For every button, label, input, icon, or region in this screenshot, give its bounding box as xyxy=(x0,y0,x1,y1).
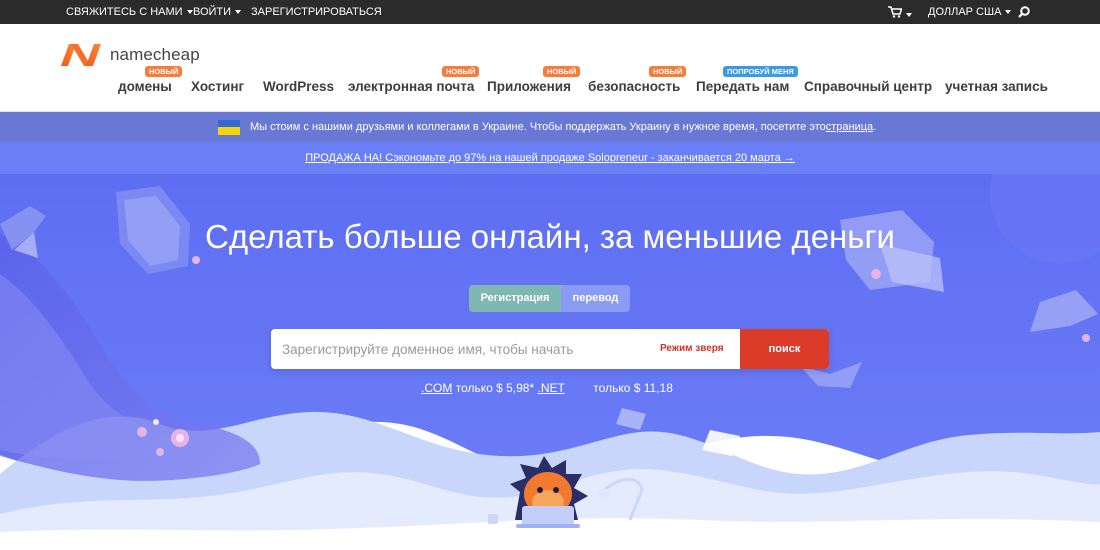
contact-dropdown[interactable]: СВЯЖИТЕСЬ С НАМИ xyxy=(66,0,193,24)
new-badge: новый xyxy=(145,66,183,77)
ukraine-flag-icon xyxy=(218,119,240,135)
nav-email[interactable]: электронная почта xyxy=(348,79,474,94)
nav-help-center[interactable]: Справочный центр xyxy=(804,79,932,94)
nav-transfer[interactable]: Передать нам xyxy=(696,79,789,94)
ukraine-banner: Мы стоим с нашими друзьями и коллегами в… xyxy=(0,112,1100,142)
promo-link[interactable]: ПРОДАЖА НА! Сэкономьте до 97% на нашей п… xyxy=(305,152,795,164)
currency-label: ДОЛЛАР США xyxy=(928,6,1002,18)
login-label: ВОЙТИ xyxy=(193,6,232,18)
new-badge: новый xyxy=(543,66,581,77)
logo[interactable]: namecheap xyxy=(58,41,200,69)
chevron-down-icon xyxy=(1005,10,1012,15)
nav-security[interactable]: безопасность xyxy=(588,79,680,94)
contact-label: СВЯЖИТЕСЬ С НАМИ xyxy=(66,6,183,18)
namecheap-logo-icon xyxy=(61,44,101,66)
net-tld-link[interactable]: .NET xyxy=(537,381,564,395)
search-icon xyxy=(1018,6,1030,18)
search-button[interactable]: поиск xyxy=(740,329,829,369)
nav-account[interactable]: учетная запись xyxy=(945,79,1048,94)
ukraine-text: Мы стоим с нашими друзьями и коллегами в… xyxy=(250,121,826,133)
main-header: namecheap новый домены Хостинг WordPress… xyxy=(0,24,1100,112)
ukraine-text-end: . xyxy=(873,121,877,133)
nav-hosting[interactable]: Хостинг xyxy=(191,79,244,94)
chevron-down-icon xyxy=(235,10,242,15)
login-dropdown[interactable]: ВОЙТИ xyxy=(193,0,242,24)
cart-dropdown[interactable] xyxy=(888,6,912,18)
tab-transfer[interactable]: перевод xyxy=(561,285,630,312)
new-badge: новый xyxy=(442,66,480,77)
logo-text: namecheap xyxy=(110,45,200,64)
search-toggle[interactable] xyxy=(1018,6,1030,18)
register-link[interactable]: ЗАРЕГИСТРИРОВАТЬСЯ xyxy=(251,0,382,24)
nav-domains[interactable]: домены xyxy=(118,79,172,94)
beast-mode-link[interactable]: Режим зверя xyxy=(660,329,724,369)
com-tld-link[interactable]: .COM xyxy=(421,381,452,395)
new-badge: новый xyxy=(649,66,687,77)
top-bar: СВЯЖИТЕСЬ С НАМИ ВОЙТИ ЗАРЕГИСТРИРОВАТЬС… xyxy=(0,0,1100,24)
ukraine-page-link[interactable]: страница xyxy=(826,112,873,142)
try-me-badge: попробуй меня xyxy=(723,66,798,77)
promo-banner: ПРОДАЖА НА! Сэкономьте до 97% на нашей п… xyxy=(0,142,1100,174)
tld-prices: .COM только $ 5,98* .NET только $ 11,18 xyxy=(421,381,673,395)
com-price: только $ 5,98* xyxy=(455,381,535,395)
net-price: только $ 11,18 xyxy=(593,381,673,395)
hero-section: Сделать больше онлайн, за меньшие деньги… xyxy=(0,174,1100,550)
chevron-down-icon xyxy=(906,13,912,18)
currency-dropdown[interactable]: ДОЛЛАР США xyxy=(928,0,1012,24)
cart-icon xyxy=(888,6,903,18)
nav-apps[interactable]: Приложения xyxy=(487,79,571,94)
nav-wordpress[interactable]: WordPress xyxy=(263,79,334,94)
chevron-down-icon xyxy=(186,10,193,15)
domain-search-box: Режим зверя поиск xyxy=(271,329,829,369)
hero-title: Сделать больше онлайн, за меньшие деньги xyxy=(205,218,895,255)
domain-search-input[interactable] xyxy=(271,329,651,369)
tab-register[interactable]: Регистрация xyxy=(469,285,561,312)
search-mode-toggle: Регистрация перевод xyxy=(469,285,630,312)
